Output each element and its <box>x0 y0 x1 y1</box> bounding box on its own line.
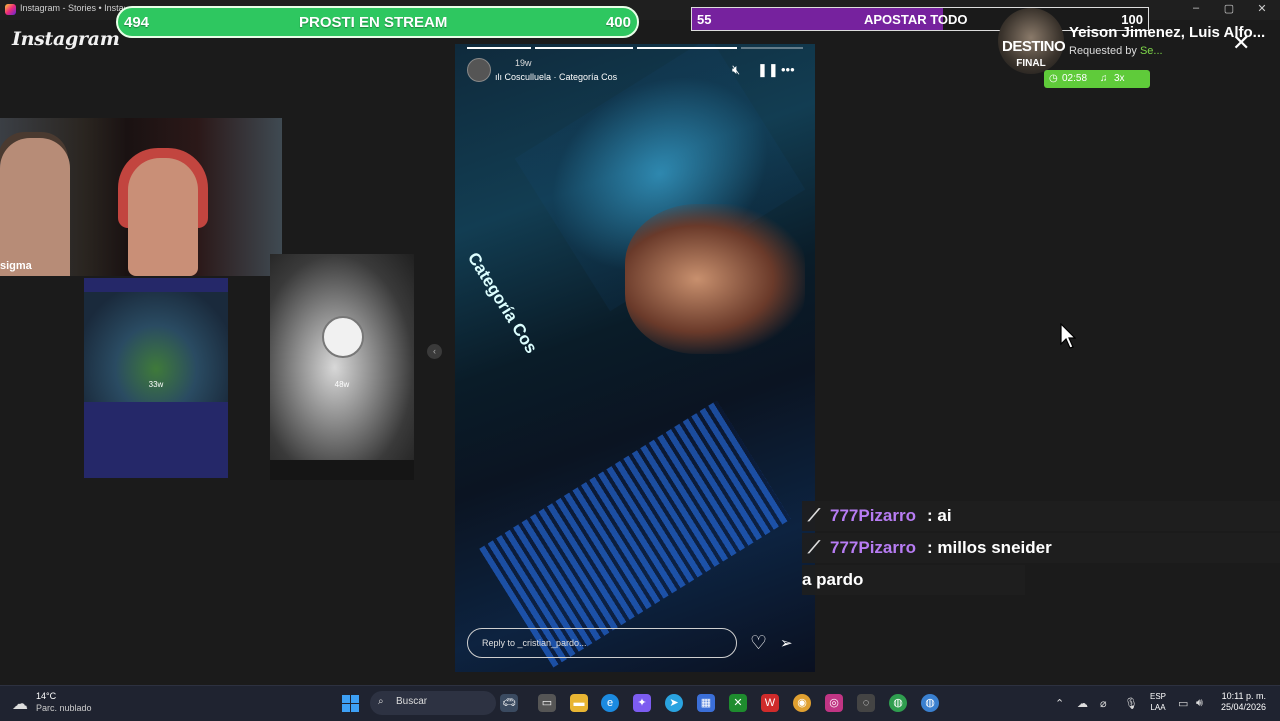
stream-poll-bar: 494 PROSTI EN STREAM 400 <box>116 6 639 38</box>
instagram-favicon-icon <box>5 4 16 15</box>
pause-icon[interactable]: ❚❚ <box>757 62 779 78</box>
copilot-icon[interactable]: ✦ <box>633 694 651 712</box>
sword-icon: ⟋ <box>808 538 820 557</box>
webcam-tag: sigma <box>0 260 32 272</box>
restore-button[interactable]: ▢ <box>1219 2 1239 15</box>
xbox-icon[interactable]: ✕ <box>729 694 747 712</box>
avatar <box>322 316 364 358</box>
microphone-icon[interactable]: 🎙︎ <box>1124 697 1138 710</box>
thumb-age: 33w <box>148 380 164 389</box>
chat-message: ⟋ 777Pizarro : ai <box>802 501 1280 531</box>
requested-by-label: Requested by <box>1069 45 1137 57</box>
weather-temperature[interactable]: 14°C <box>36 691 56 701</box>
chat-text: : millos sneider <box>927 538 1052 557</box>
webcam-overlay: sigma <box>0 118 282 276</box>
windows-taskbar: ☁ 14°C Parc. nublado ⌕ Buscar 🚗︎ ▭ ▬ e ✦… <box>0 685 1280 721</box>
chat-text: a pardo <box>802 570 864 589</box>
album-title-line-2: FINAL <box>1016 58 1046 69</box>
weather-cloud-icon[interactable]: ☁ <box>12 694 28 714</box>
system-clock[interactable]: 10:11 p. m. 25/04/2026 <box>1210 691 1266 713</box>
task-view-icon[interactable]: ▭ <box>538 694 556 712</box>
reply-placeholder: Reply to _cristian_pardo... <box>482 638 587 648</box>
story-people <box>625 204 805 354</box>
network-off-icon[interactable]: ⌀ <box>1100 697 1107 710</box>
story-audio-label: Cosculluela · Categoría Cos <box>504 72 618 82</box>
onedrive-icon[interactable]: ☁ <box>1077 697 1088 710</box>
story-thumb-previous[interactable]: 33w <box>84 278 228 478</box>
poll-right-value: 400 <box>605 14 631 31</box>
clock-date: 25/04/2026 <box>1220 702 1266 712</box>
bet-label: APOSTAR TODO <box>864 12 968 27</box>
file-explorer-icon[interactable]: ▬ <box>570 694 588 712</box>
story-progress-segment <box>741 47 803 49</box>
story-viewer[interactable]: Categoría Cos 19w ılı Cosculluela · Cate… <box>455 44 815 672</box>
requested-by: Requested by Se... <box>1069 45 1163 57</box>
album-title-line-1: DESTINO <box>1002 38 1066 55</box>
clock-time: 10:11 p. m. <box>1221 691 1266 701</box>
tab-title[interactable]: Instagram - Stories • Instagr <box>20 3 125 13</box>
store-icon[interactable]: ▦ <box>697 694 715 712</box>
input-language[interactable]: ESP LAA <box>1150 691 1166 713</box>
poll-left-value: 494 <box>124 14 150 31</box>
send-icon[interactable]: ➢ <box>780 634 793 652</box>
telegram-icon[interactable]: ➤ <box>665 694 683 712</box>
obs-icon[interactable]: ◌ <box>857 694 875 712</box>
story-thumb-previous-2[interactable]: 48w <box>270 254 414 480</box>
chat-message: a pardo <box>802 565 1025 595</box>
search-placeholder: Buscar <box>396 696 428 707</box>
song-duration: 02:58 <box>1062 73 1088 84</box>
weather-description[interactable]: Parc. nublado <box>36 703 92 713</box>
streamer-1 <box>0 138 70 276</box>
previous-story-icon[interactable]: ‹ <box>427 344 442 359</box>
taskbar-search[interactable]: ⌕ Buscar <box>370 691 496 715</box>
wps-icon[interactable]: W <box>761 694 779 712</box>
story-progress-segment <box>637 47 737 49</box>
chevron-up-icon[interactable]: ⌃ <box>1055 697 1064 710</box>
language-code: ESP <box>1150 692 1167 701</box>
song-badge: ◷ 02:58 ♫ 3x <box>1044 70 1150 88</box>
bet-left-value: 55 <box>697 12 712 27</box>
music-note-icon: ♫ <box>1100 73 1108 84</box>
clock-icon: ◷ <box>1049 73 1058 84</box>
chat-text: : ai <box>927 506 952 525</box>
chrome-icon[interactable]: ◍ <box>889 694 907 712</box>
requested-by-user: Se... <box>1139 45 1163 57</box>
streamer-2 <box>128 158 198 276</box>
windows-start-icon[interactable] <box>342 695 359 712</box>
chat-message: ⟋ 777Pizarro : millos sneider <box>802 533 1280 563</box>
instagram-logo[interactable]: Instagram <box>12 28 120 50</box>
like-heart-icon[interactable]: ♡ <box>750 632 767 655</box>
story-progress-segment <box>467 47 531 49</box>
volume-icon[interactable]: 🔊︎ <box>1196 697 1203 710</box>
instagram-app-icon[interactable]: ◎ <box>825 694 843 712</box>
more-options-icon[interactable]: ••• <box>781 62 795 77</box>
minimize-button[interactable]: – <box>1186 2 1206 14</box>
close-story-icon[interactable]: ✕ <box>1232 30 1250 56</box>
thumb-age: 48w <box>334 380 350 389</box>
story-author-avatar[interactable] <box>467 58 491 82</box>
story-overlay-text: Categoría Cos <box>463 249 542 357</box>
poll-label: PROSTI EN STREAM <box>299 14 448 31</box>
search-icon: ⌕ <box>378 696 384 707</box>
song-multiplier: 3x <box>1114 73 1125 84</box>
reply-input[interactable]: Reply to _cristian_pardo... <box>467 628 737 658</box>
mouse-cursor-icon <box>1060 323 1076 349</box>
car-app-icon[interactable]: 🚗︎ <box>500 694 518 712</box>
mute-icon[interactable]: 🔇︎ <box>732 62 740 78</box>
chat-username: 777Pizarro <box>830 538 916 557</box>
display-icon[interactable]: ▭ <box>1178 697 1188 710</box>
window-close-button[interactable]: ✕ <box>1252 2 1272 15</box>
chrome-alt-icon[interactable]: ◉ <box>793 694 811 712</box>
sword-icon: ⟋ <box>808 506 820 525</box>
story-audio[interactable]: ılı Cosculluela · Categoría Cos <box>495 72 617 82</box>
edge-icon[interactable]: e <box>601 694 619 712</box>
chrome-profile-icon[interactable]: ◍ <box>921 694 939 712</box>
story-age: 19w <box>515 58 532 68</box>
layout-code: LAA <box>1150 703 1166 712</box>
story-progress-segment <box>535 47 633 49</box>
audio-wave-icon: ılı <box>495 72 505 82</box>
chat-username: 777Pizarro <box>830 506 916 525</box>
